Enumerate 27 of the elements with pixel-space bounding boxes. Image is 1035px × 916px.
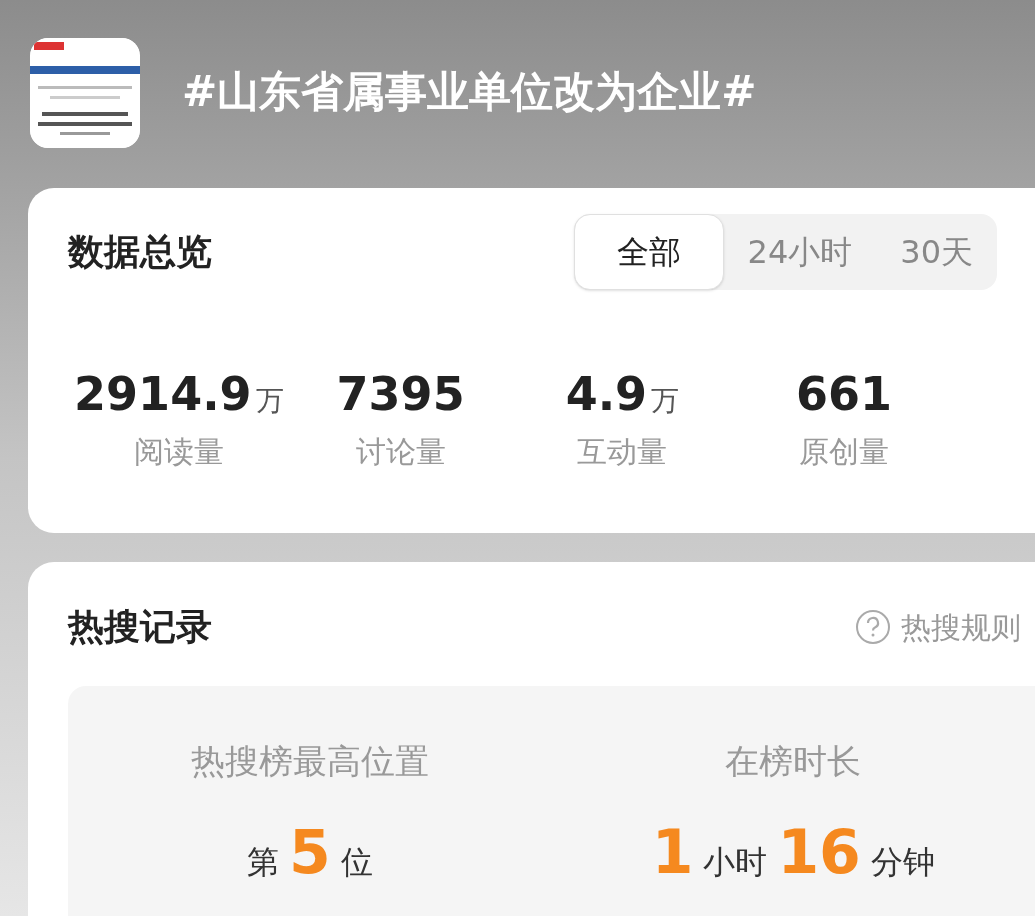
stat-label: 互动量 <box>577 433 668 471</box>
period-tab[interactable]: 30天 <box>876 214 997 290</box>
metric-number: 1 <box>651 816 694 889</box>
stat-value: 4.9 <box>565 366 648 423</box>
stat-label: 阅读量 <box>133 433 224 471</box>
metric-text: 第 <box>246 842 279 883</box>
metric-number: 16 <box>777 816 861 889</box>
help-icon[interactable] <box>855 609 891 645</box>
metric-text: 位 <box>340 842 373 883</box>
metric-number: 5 <box>288 816 331 889</box>
period-tab[interactable]: 24小时 <box>723 214 877 290</box>
section-title: 数据总览 <box>68 230 212 274</box>
metric-text: 小时 <box>703 842 768 883</box>
metric-text: 分钟 <box>870 842 935 883</box>
stat-value: 2914.9 <box>74 366 252 423</box>
topic-title: #山东省属事业单位改为企业# <box>182 66 757 118</box>
stat-unit: 万 <box>255 383 284 419</box>
metric-label: 热搜榜最高位置 <box>190 740 429 783</box>
metric-label: 在榜时长 <box>725 740 862 783</box>
stat-unit: 万 <box>651 383 680 419</box>
section-title: 热搜记录 <box>68 605 212 649</box>
period-tab[interactable]: 全部 <box>573 214 724 290</box>
stat-label: 讨论量 <box>355 433 446 471</box>
stat-label: 原创量 <box>799 433 890 471</box>
stat-value: 661 <box>796 366 893 423</box>
stat-value: 7395 <box>336 366 465 423</box>
rules-link[interactable]: 热搜规则 <box>901 604 1021 650</box>
